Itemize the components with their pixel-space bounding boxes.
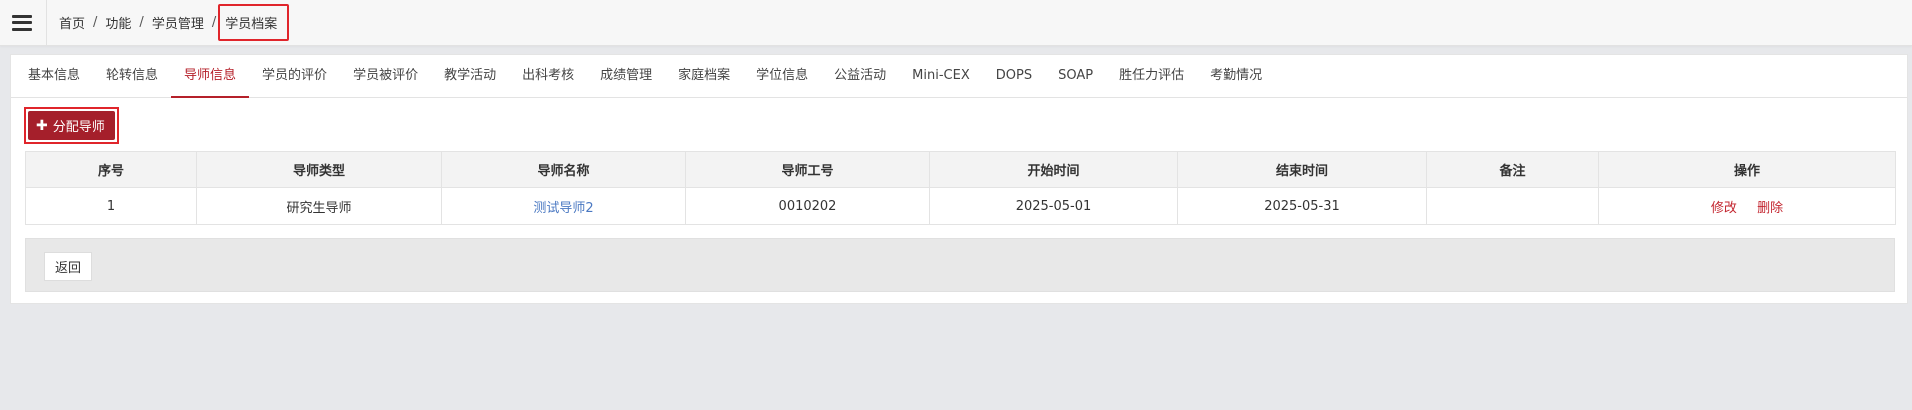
assign-mentor-button[interactable]: ✚ 分配导师 bbox=[28, 111, 115, 140]
cell-remark bbox=[1426, 187, 1599, 225]
tab-grades[interactable]: 成绩管理 bbox=[587, 55, 665, 98]
top-bar: 首页 / 功能 / 学员管理 / 学员档案 bbox=[0, 0, 1912, 46]
tab-rotation-info[interactable]: 轮转信息 bbox=[93, 55, 171, 98]
mentor-name-link[interactable]: 测试导师2 bbox=[533, 201, 593, 216]
divider bbox=[46, 0, 47, 46]
header-employee-id: 导师工号 bbox=[685, 151, 930, 188]
header-actions: 操作 bbox=[1598, 151, 1896, 188]
tab-department-exam[interactable]: 出科考核 bbox=[509, 55, 587, 98]
header-mentor-name: 导师名称 bbox=[441, 151, 686, 188]
breadcrumb-separator: / bbox=[211, 15, 217, 30]
breadcrumb-function[interactable]: 功能 bbox=[105, 13, 131, 32]
form-footer: 返回 bbox=[25, 238, 1895, 292]
header-mentor-type: 导师类型 bbox=[196, 151, 442, 188]
tab-student-evaluations[interactable]: 学员的评价 bbox=[249, 55, 340, 98]
cell-employee-id: 0010202 bbox=[685, 187, 930, 225]
menu-toggle-icon[interactable] bbox=[12, 14, 32, 31]
breadcrumb: 首页 / 功能 / 学员管理 / 学员档案 bbox=[59, 4, 290, 41]
content-card: 基本信息 轮转信息 导师信息 学员的评价 学员被评价 教学活动 出科考核 成绩管… bbox=[10, 54, 1908, 304]
header-remark: 备注 bbox=[1426, 151, 1599, 188]
tab-mentor-info[interactable]: 导师信息 bbox=[171, 55, 250, 98]
tab-dops[interactable]: DOPS bbox=[983, 55, 1045, 98]
tab-family-archive[interactable]: 家庭档案 bbox=[665, 55, 743, 98]
header-index: 序号 bbox=[25, 151, 197, 188]
breadcrumb-student-archive: 学员档案 bbox=[218, 4, 290, 41]
breadcrumb-home[interactable]: 首页 bbox=[59, 13, 85, 32]
cell-start-time: 2025-05-01 bbox=[929, 187, 1178, 225]
cell-index: 1 bbox=[25, 187, 197, 225]
cell-mentor-name: 测试导师2 bbox=[441, 187, 686, 225]
assign-mentor-label: 分配导师 bbox=[52, 120, 105, 135]
breadcrumb-separator: / bbox=[93, 15, 98, 30]
edit-link[interactable]: 修改 bbox=[1711, 201, 1737, 216]
cell-actions: 修改 删除 bbox=[1598, 187, 1896, 225]
delete-link[interactable]: 删除 bbox=[1757, 201, 1783, 216]
back-button[interactable]: 返回 bbox=[44, 252, 93, 281]
toolbar: ✚ 分配导师 bbox=[24, 107, 119, 144]
cell-end-time: 2025-05-31 bbox=[1177, 187, 1427, 225]
header-end-time: 结束时间 bbox=[1177, 151, 1427, 188]
cell-mentor-type: 研究生导师 bbox=[196, 187, 442, 225]
tab-degree-info[interactable]: 学位信息 bbox=[743, 55, 821, 98]
breadcrumb-separator: / bbox=[139, 15, 144, 30]
header-start-time: 开始时间 bbox=[929, 151, 1178, 188]
tab-public-welfare[interactable]: 公益活动 bbox=[821, 55, 899, 98]
tab-teaching-activities[interactable]: 教学活动 bbox=[431, 55, 509, 98]
tab-student-evaluated[interactable]: 学员被评价 bbox=[340, 55, 431, 98]
tab-mini-cex[interactable]: Mini-CEX bbox=[899, 55, 983, 98]
tab-soap[interactable]: SOAP bbox=[1045, 55, 1106, 98]
breadcrumb-student-management[interactable]: 学员管理 bbox=[152, 13, 204, 32]
table-header-row: 序号 导师类型 导师名称 导师工号 开始时间 结束时间 备注 操作 bbox=[25, 151, 1896, 188]
assign-button-highlight: ✚ 分配导师 bbox=[24, 107, 119, 144]
tab-competency-assessment[interactable]: 胜任力评估 bbox=[1106, 55, 1197, 98]
tab-bar: 基本信息 轮转信息 导师信息 学员的评价 学员被评价 教学活动 出科考核 成绩管… bbox=[11, 55, 1907, 98]
mentor-table: 序号 导师类型 导师名称 导师工号 开始时间 结束时间 备注 操作 1 研究生导… bbox=[25, 151, 1896, 225]
tab-basic-info[interactable]: 基本信息 bbox=[15, 55, 93, 98]
table-row: 1 研究生导师 测试导师2 0010202 2025-05-01 2025-05… bbox=[25, 187, 1896, 225]
plus-icon: ✚ bbox=[36, 117, 48, 134]
tab-attendance[interactable]: 考勤情况 bbox=[1197, 55, 1275, 98]
